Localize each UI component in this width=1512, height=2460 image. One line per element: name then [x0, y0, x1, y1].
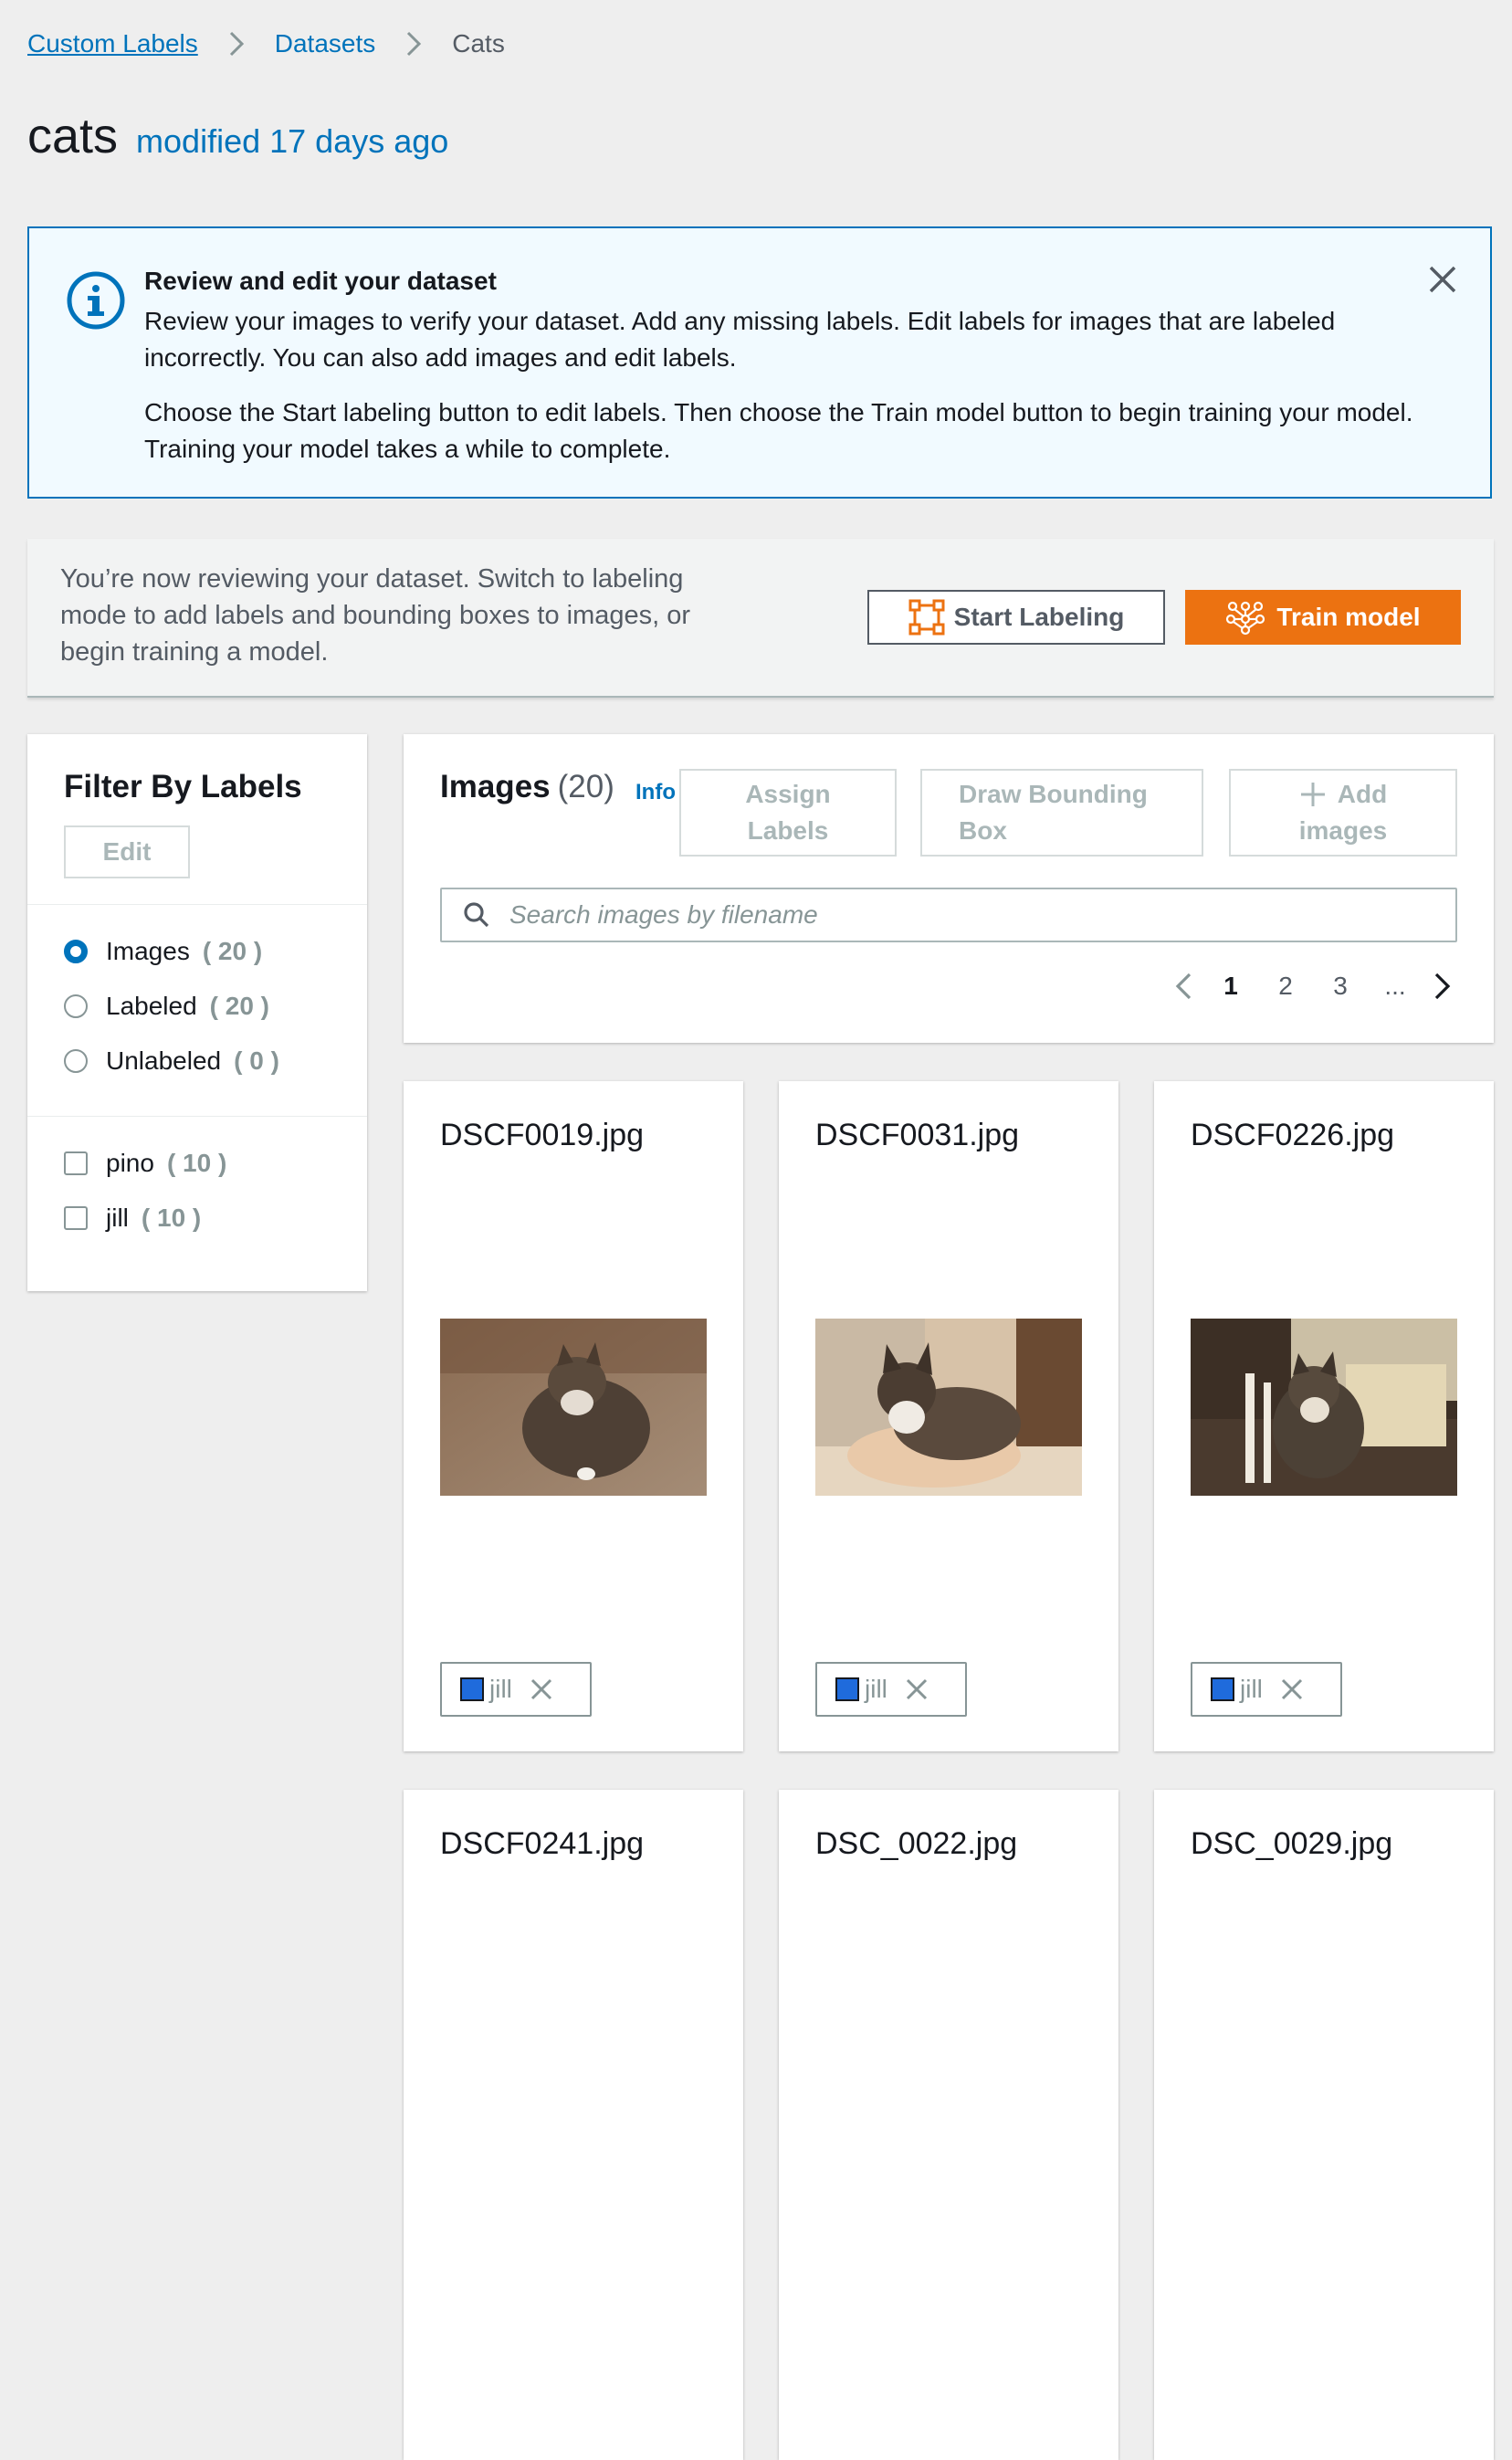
search-box[interactable] [440, 888, 1457, 942]
label-tag: jill [1191, 1662, 1342, 1717]
image-filename: DSC_0029.jpg [1191, 1826, 1393, 1861]
previous-page-icon[interactable] [1167, 968, 1203, 1004]
chevron-right-icon [229, 31, 244, 57]
image-card[interactable]: DSC_0022.jpg [779, 1790, 1118, 2460]
cat-image-thumbnail[interactable] [1191, 1319, 1457, 1496]
cat-image-thumbnail[interactable] [815, 1319, 1082, 1496]
label-tag: jill [815, 1662, 967, 1717]
divider [27, 1116, 367, 1117]
page-title: cats [27, 109, 119, 163]
remove-label-icon[interactable] [529, 1677, 554, 1702]
radio-button[interactable] [64, 1049, 88, 1073]
image-filename: DSCF0031.jpg [815, 1118, 1020, 1152]
draw-bounding-box-button[interactable]: Draw Bounding Box [920, 769, 1203, 857]
label-color-swatch [1211, 1677, 1234, 1701]
pagination: 1 2 3 ... [1167, 968, 1459, 1004]
search-input[interactable] [508, 899, 1455, 930]
filter-title: Filter By Labels [64, 769, 302, 804]
image-filename: DSCF0019.jpg [440, 1118, 645, 1152]
remove-label-icon[interactable] [1279, 1677, 1305, 1702]
checkbox[interactable] [64, 1151, 88, 1175]
filter-images-radio[interactable]: Images ( 20 ) [64, 937, 262, 966]
label-tag: jill [440, 1662, 592, 1717]
next-page-icon[interactable] [1423, 968, 1459, 1004]
info-title: Review and edit your dataset [144, 267, 497, 295]
filter-by-labels-panel: Filter By Labels Edit Images ( 20 ) Labe… [27, 734, 367, 1291]
label-filter-jill[interactable]: jill ( 10 ) [64, 1204, 201, 1233]
filter-unlabeled-radio[interactable]: Unlabeled ( 0 ) [64, 1046, 279, 1076]
breadcrumb-custom-labels[interactable]: Custom Labels [27, 29, 198, 58]
radio-button[interactable] [64, 994, 88, 1018]
page-3[interactable]: 3 [1313, 972, 1368, 1001]
image-filename: DSC_0022.jpg [815, 1826, 1018, 1861]
image-filename: DSCF0226.jpg [1191, 1118, 1395, 1152]
label-filter-pino[interactable]: pino ( 10 ) [64, 1149, 226, 1178]
train-model-label: Train model [1276, 603, 1421, 631]
breadcrumb-datasets[interactable]: Datasets [275, 29, 376, 58]
image-card[interactable]: DSCF0241.jpg [404, 1790, 743, 2460]
label-color-swatch [460, 1677, 484, 1701]
start-labeling-label: Start Labeling [953, 603, 1125, 631]
modified-date[interactable]: modified 17 days ago [136, 122, 448, 161]
image-card[interactable]: DSCF0226.jpg jill [1154, 1081, 1494, 1751]
neural-network-icon [1226, 601, 1265, 636]
page-2[interactable]: 2 [1258, 972, 1313, 1001]
remove-label-icon[interactable] [904, 1677, 929, 1702]
image-card[interactable]: DSC_0029.jpg [1154, 1790, 1494, 2460]
images-count: (20) [557, 769, 614, 804]
close-icon[interactable] [1426, 263, 1459, 296]
divider [27, 904, 367, 905]
breadcrumb-current: Cats [452, 29, 505, 58]
train-model-button[interactable]: Train model [1185, 590, 1461, 645]
info-icon [67, 271, 125, 330]
label-color-swatch [835, 1677, 859, 1701]
checkbox[interactable] [64, 1206, 88, 1230]
page-1[interactable]: 1 [1203, 972, 1258, 1001]
info-link[interactable]: Info [635, 780, 676, 805]
radio-button[interactable] [64, 940, 88, 963]
image-card[interactable]: DSCF0031.jpg jill [779, 1081, 1118, 1751]
cat-image-thumbnail[interactable] [440, 1319, 707, 1496]
page-header: cats modified 17 days ago [27, 108, 448, 164]
info-alert: Review and edit your dataset Review your… [27, 226, 1492, 499]
bounding-box-icon [908, 599, 945, 636]
image-card[interactable]: DSCF0019.jpg jill [404, 1081, 743, 1751]
images-panel: Images (20) Info Assign Labels Draw Bound… [404, 734, 1494, 1043]
add-images-button[interactable]: Add images [1229, 769, 1457, 857]
edit-labels-button[interactable]: Edit [64, 825, 190, 878]
chevron-right-icon [407, 31, 422, 57]
info-text: Review your images to verify your datase… [144, 307, 1336, 372]
info-text: Choose the Start labeling button to edit… [144, 398, 1413, 463]
search-icon [464, 902, 489, 928]
start-labeling-button[interactable]: Start Labeling [867, 590, 1165, 645]
image-filename: DSCF0241.jpg [440, 1826, 645, 1861]
review-mode-text: You’re now reviewing your dataset. Switc… [60, 564, 691, 667]
images-heading: Images (20) [440, 769, 614, 804]
page-ellipsis: ... [1384, 972, 1406, 1000]
assign-labels-button[interactable]: Assign Labels [679, 769, 897, 857]
breadcrumb: Custom Labels Datasets Cats [27, 26, 505, 62]
filter-labeled-radio[interactable]: Labeled ( 20 ) [64, 992, 269, 1021]
plus-icon [1300, 783, 1325, 806]
review-mode-bar: You’re now reviewing your dataset. Switc… [27, 539, 1494, 698]
